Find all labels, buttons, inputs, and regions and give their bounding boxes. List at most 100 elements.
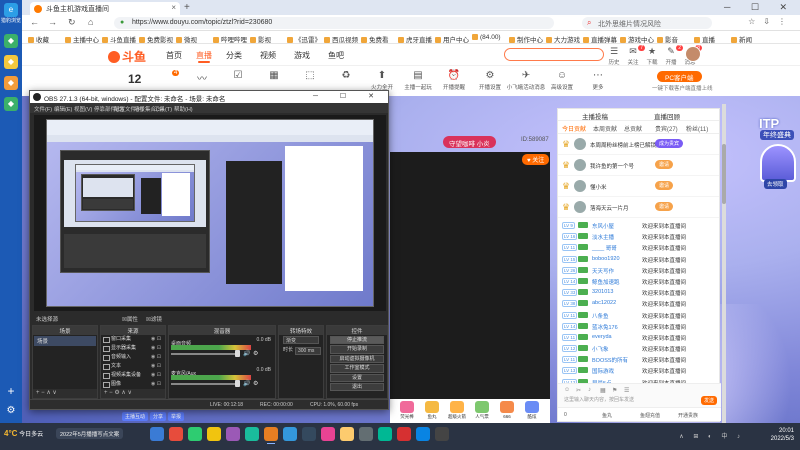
bookmark-item[interactable]: 主播中心 [65,34,99,44]
streamer-posts-link[interactable]: 主播投稿 [582,111,608,121]
gift-item[interactable]: 荧光棒 [396,401,418,420]
room-tool-8[interactable]: ⚙ 开播设置 [470,70,510,91]
taskbar-app-icon[interactable] [416,427,430,441]
obs-control-button[interactable]: 退出 [330,382,384,392]
visibility-icon[interactable]: ◉ ⊡ [151,381,161,387]
chat-tab[interactable]: 总贡献 [624,124,642,133]
tray-icons[interactable]: ∧ ⊞ ◐ 中 ♪ [679,431,744,440]
home-button[interactable]: ⌂ [88,17,93,27]
volume-fader[interactable] [171,350,240,357]
url-field[interactable]: ● https://www.douyu.com/topic/ztzl?rid=2… [114,17,554,29]
bookmark-item[interactable]: 斗鱼直播 [102,34,136,44]
scene-item[interactable]: 场景 [34,336,96,346]
taskbar-app-icon[interactable] [264,427,278,444]
taskbar-app-icon[interactable] [188,427,202,441]
sidebar-app-icon[interactable]: ◆ [4,97,18,111]
chat-footer-item[interactable]: 鱼翅充值 [640,412,660,419]
pc-client-button[interactable]: PC客户端 [657,71,702,82]
scenes-dock-toolbar[interactable]: + − ∧ ∨ [33,389,97,398]
filters-button[interactable]: ☒滤镜 [146,315,162,323]
chat-tool-icon[interactable]: ✂ [576,387,581,394]
taskbar-app-icon[interactable] [359,427,373,441]
chat-username[interactable]: 淡水主播 [592,233,614,241]
visibility-icon[interactable]: ◉ ⊡ [151,345,161,351]
follow-button[interactable]: ♥ 关注 [522,154,550,165]
visibility-icon[interactable]: ◉ ⊡ [151,336,161,342]
room-tool-6[interactable]: ▤ 主播一起玩 [398,70,438,91]
chat-input[interactable]: 这里输入聊天内容，按回车发送 [564,396,634,403]
duration-input[interactable]: 300 ms [295,347,321,355]
source-item[interactable]: 显示器采集 ◉ ⊡ [101,344,165,353]
bookmark-item[interactable]: 大力游戏 [546,34,580,44]
gift-item[interactable]: 鱼丸 [421,401,443,420]
refresh-button[interactable]: ↻ [68,17,76,28]
user-avatar[interactable] [685,46,701,62]
nav-home[interactable]: 首页 [166,50,182,61]
speaker-icon[interactable]: 🔊 [243,350,250,357]
taskbar-app-icon[interactable] [283,427,297,441]
nav-video[interactable]: 视频 [260,50,276,61]
back-button[interactable]: ← [30,17,39,27]
rank-row[interactable]: ♛ 懂小米 邀请 [558,176,719,197]
sidebar-app-icon[interactable]: ◆ [4,34,18,48]
scrollbar-thumb[interactable] [722,144,726,204]
room-tool-2[interactable]: ▦ [254,70,294,83]
bookmark-item[interactable]: 免费影视 [139,34,173,44]
obs-control-button[interactable]: 开始录制 [330,345,384,354]
chat-tool-icon[interactable]: ♪ [588,387,591,393]
obs-window-controls[interactable]: ─ ☐ ✕ [313,92,384,100]
sidebar-app-icon[interactable]: ◆ [4,55,18,69]
chat-tool-icon[interactable]: ☰ [624,387,629,394]
room-tool-1[interactable]: ☑ [218,70,258,83]
obs-menu-item[interactable]: 文件(F) [34,105,52,113]
header-icon-2[interactable]: ★ 下载 [642,46,662,66]
bookmark-item[interactable]: 《迅雷》 [287,34,321,44]
room-tag[interactable]: 主播互动 [122,412,149,421]
bookmark-item[interactable]: 用户中心 [435,34,469,44]
rank-action-button[interactable]: 邀请 [655,202,674,211]
room-tag[interactable]: 举报 [168,412,185,421]
chat-username[interactable]: 鲸鱼加速跑 [592,278,620,286]
taskbar-app-icon[interactable] [207,427,221,441]
window-controls[interactable]: ─ ☐ ✕ [724,2,796,13]
source-item[interactable]: 窗口采集 ◉ ⊡ [101,335,165,344]
bookmark-item[interactable]: 直播弹幕 [583,34,617,44]
taskbar-app-icon[interactable] [340,427,354,441]
room-tool-3[interactable]: ⬚ [290,70,330,83]
room-tag[interactable]: 分享 [150,412,167,421]
bookmark-item[interactable]: 微视 [176,34,197,44]
chat-username[interactable]: ____ 哥哥 [592,244,617,252]
taskbar-app-icon[interactable] [245,427,259,441]
chat-tool-icon[interactable]: ▦ [600,387,606,394]
bookmark-item[interactable]: 游戏中心 [620,34,654,44]
obs-titlebar[interactable]: OBS 27.1.3 (64-bit, windows) - 配置文件: 未命名… [30,91,388,103]
room-tool-9[interactable]: ✈ 小飞蛾活动消息 [506,70,546,91]
obs-menu-item[interactable]: 编辑(E) [54,105,72,113]
header-icon-3[interactable]: ✎ 开播 2 [661,45,683,66]
gear-icon[interactable]: ⚙ [253,350,258,357]
header-icon-1[interactable]: ✉ 关注 7 [623,45,645,66]
chat-tab[interactable]: 贵宾(27) [655,124,678,133]
obs-menu-item[interactable]: 视图(V) [74,105,92,113]
gift-item[interactable]: 人气票 [471,401,493,420]
transition-select[interactable]: 渐变 [283,336,319,344]
chat-footer-item[interactable]: 开通贵族 [678,412,698,419]
obs-control-button[interactable]: 设置 [330,373,384,382]
replay-link[interactable]: 直播回顾 [654,111,680,121]
weather-widget[interactable]: 4°C 今日多云 [4,429,43,438]
chat-footer-item[interactable]: 鱼丸 [602,412,612,419]
promo-cta[interactable]: 去领取 [764,179,787,189]
bookmark-item[interactable]: 制作中心 [509,34,543,44]
chat-username[interactable]: 小飞象 [592,345,609,353]
properties-button[interactable]: ☒属性 [122,315,138,323]
source-item[interactable]: 图像 ◉ ⊡ [101,380,165,389]
room-tool-5[interactable]: ⬆ 火力全开 [362,70,402,91]
gift-item[interactable]: 超级火箭 [446,401,468,420]
nav-category[interactable]: 分类 [226,50,242,61]
header-icon-0[interactable]: ☰ 历史 [604,46,624,66]
chat-username[interactable]: 3201013 [592,289,613,295]
rank-action-button[interactable]: 邀请 [655,181,674,190]
browser-tab[interactable]: 斗鱼主机游戏直播间 × [30,2,180,15]
rank-action-button[interactable]: 成为贵宾 [655,139,684,148]
room-tool-10[interactable]: ☺ 高级设置 [542,70,582,91]
